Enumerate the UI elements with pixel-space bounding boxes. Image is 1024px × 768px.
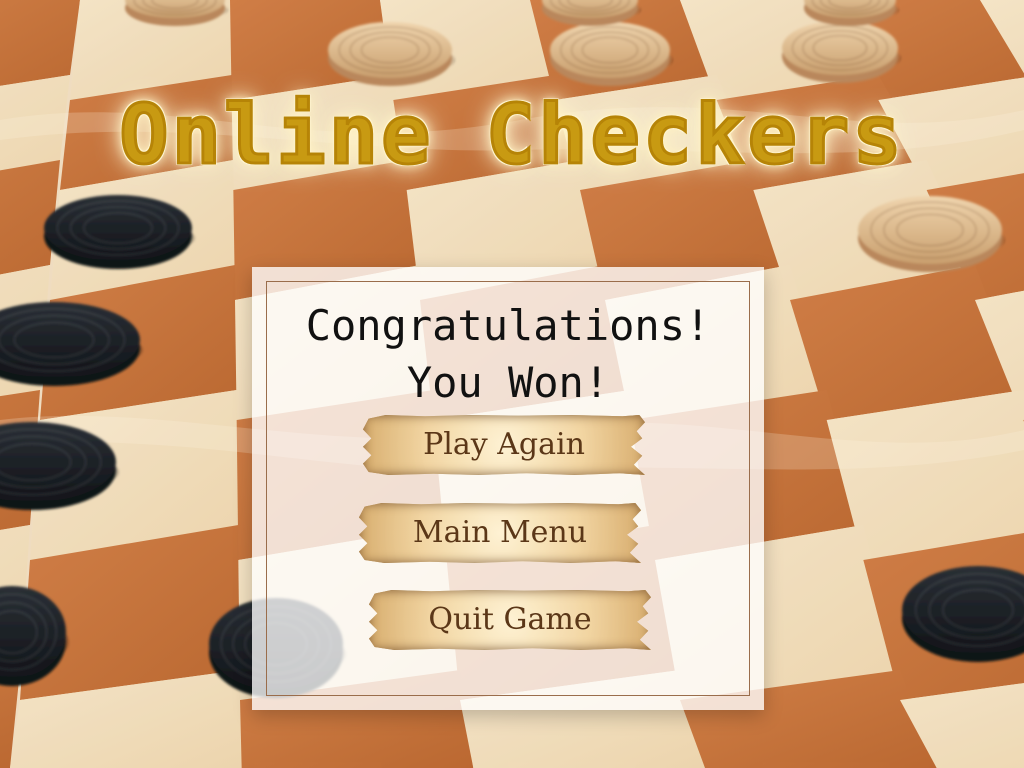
quit-game-button[interactable]: Quit Game [369,590,651,650]
congratulations-text: Congratulations! [305,301,711,350]
white-checker [328,22,455,86]
quit-game-label: Quit Game [428,602,592,637]
play-again-label: Play Again [423,427,585,462]
white-checker [550,22,673,86]
play-again-button[interactable]: Play Again [363,415,645,475]
white-checker [858,196,1005,272]
white-checker [782,21,901,83]
black-checker [44,195,195,269]
main-menu-button[interactable]: Main Menu [359,503,641,563]
main-menu-label: Main Menu [412,515,588,550]
win-dialog: Congratulations! You Won! Play Again Mai… [252,267,764,710]
game-title: Online Checkers [118,87,905,185]
you-won-text: You Won! [406,358,610,407]
